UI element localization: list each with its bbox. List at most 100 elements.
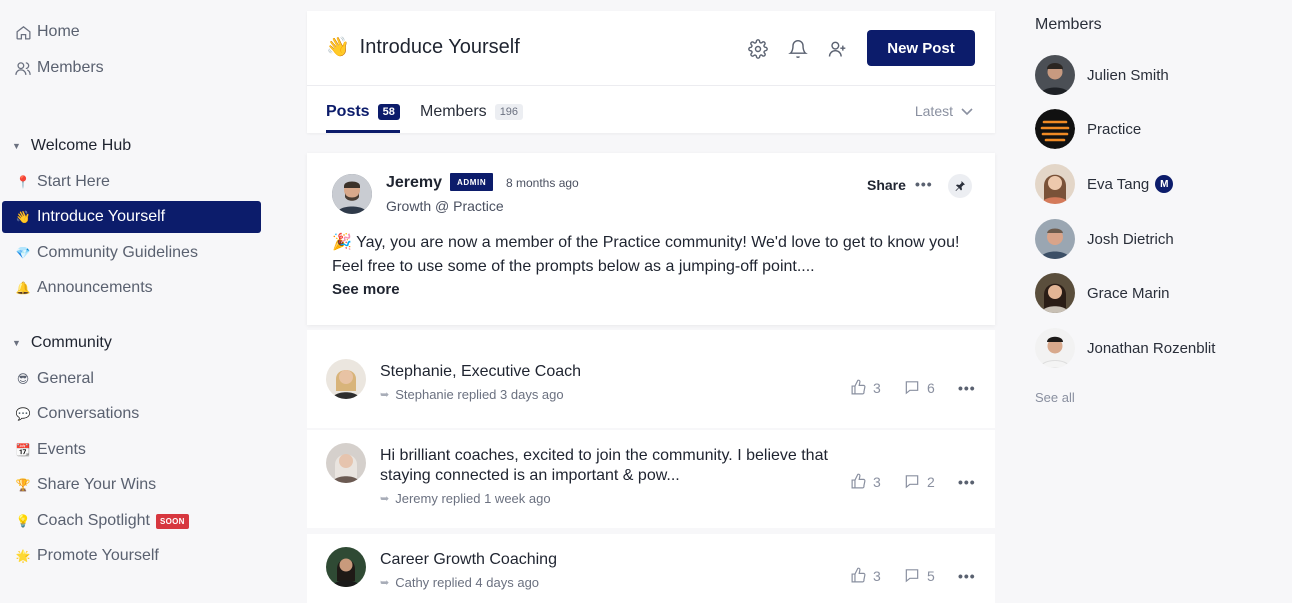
sidebar-item-label: Home: [37, 23, 80, 40]
list-item[interactable]: Career Growth Coaching ➥ Cathy replied 4…: [307, 534, 995, 603]
member-name[interactable]: Julien Smith: [1087, 67, 1169, 84]
list-item[interactable]: Hi brilliant coaches, excited to join th…: [307, 430, 995, 528]
sidebar-item-members[interactable]: Members: [2, 52, 261, 84]
reply-text: Cathy replied 4 days ago: [395, 575, 540, 590]
sidebar-item-label: Promote Yourself: [37, 547, 159, 564]
section-title: Community: [30, 334, 112, 351]
member-name[interactable]: Grace Marin: [1087, 285, 1170, 302]
lightbulb-emoji-icon: 💡: [15, 514, 31, 528]
share-button[interactable]: Share: [867, 177, 906, 193]
sidebar-item-introduce-yourself[interactable]: 👋 Introduce Yourself: [2, 201, 261, 233]
list-item[interactable]: Stephanie, Executive Coach ➥ Stephanie r…: [307, 330, 995, 428]
sparkle-emoji-icon: 🌟: [15, 549, 31, 563]
sidebar-item-share-your-wins[interactable]: 🏆 Share Your Wins: [2, 469, 261, 501]
wave-emoji-icon: 👋: [326, 37, 350, 58]
sidebar-item-label: Introduce Yourself: [37, 208, 166, 225]
member-name[interactable]: Practice: [1087, 121, 1141, 138]
section-welcome-hub[interactable]: ▼ Welcome Hub: [12, 134, 131, 158]
thread-title[interactable]: Hi brilliant coaches, excited to join th…: [380, 446, 830, 486]
member-name[interactable]: Josh Dietrich: [1087, 231, 1174, 248]
member-name[interactable]: Jonathan Rozenblit: [1087, 340, 1215, 357]
practice-logo[interactable]: [1035, 109, 1075, 149]
avatar[interactable]: [1035, 328, 1075, 368]
like-count: 3: [873, 567, 881, 584]
avatar[interactable]: [1035, 55, 1075, 95]
more-options-icon[interactable]: •••: [915, 176, 933, 192]
tab-members[interactable]: Members 196: [420, 103, 524, 121]
member-name[interactable]: Eva Tang: [1087, 176, 1149, 193]
member-row[interactable]: Jonathan Rozenblit: [1035, 328, 1215, 368]
sidebar-item-coach-spotlight[interactable]: 💡 Coach Spotlight SOON: [2, 505, 261, 537]
sidebar-item-home[interactable]: Home: [2, 16, 261, 48]
thumbs-up-icon: [851, 567, 866, 583]
see-more-link[interactable]: See more: [332, 281, 400, 298]
sidebar: Home Members ▼ Welcome Hub 📍 Start Here …: [0, 0, 270, 603]
gear-icon[interactable]: [748, 39, 768, 59]
new-post-button[interactable]: New Post: [867, 30, 975, 66]
thumbs-up-icon: [851, 473, 866, 489]
member-row[interactable]: Josh Dietrich: [1035, 219, 1174, 259]
sidebar-item-start-here[interactable]: 📍 Start Here: [2, 166, 261, 198]
member-row[interactable]: Eva Tang M: [1035, 164, 1174, 204]
members-icon: [14, 59, 32, 77]
avatar[interactable]: [326, 359, 366, 399]
sidebar-item-label: Members: [37, 59, 104, 76]
more-options-icon[interactable]: •••: [958, 380, 976, 396]
section-title: Welcome Hub: [30, 137, 132, 154]
post-author[interactable]: Jeremy: [386, 174, 442, 192]
avatar[interactable]: [1035, 219, 1075, 259]
member-row[interactable]: Grace Marin: [1035, 273, 1170, 313]
sidebar-item-general[interactable]: 😎 General: [2, 363, 261, 395]
sort-dropdown[interactable]: Latest: [915, 103, 973, 119]
like-count: 3: [873, 473, 881, 490]
more-options-icon[interactable]: •••: [958, 474, 976, 490]
comment-count: 2: [927, 473, 935, 490]
more-options-icon[interactable]: •••: [958, 568, 976, 584]
thread-title[interactable]: Career Growth Coaching: [380, 550, 830, 570]
members-count-badge: 196: [494, 104, 524, 120]
like-button[interactable]: 3: [850, 379, 881, 396]
section-community[interactable]: ▼ Community: [12, 331, 112, 355]
soon-badge: SOON: [155, 513, 189, 529]
comment-count: 5: [927, 567, 935, 584]
thread-reply-meta: ➥ Stephanie replied 3 days ago: [380, 387, 564, 402]
reply-arrow-icon: ➥: [380, 493, 390, 505]
sidebar-item-label: Conversations: [37, 405, 140, 422]
like-button[interactable]: 3: [850, 567, 881, 584]
gem-emoji-icon: 💎: [15, 246, 31, 260]
sidebar-item-community-guidelines[interactable]: 💎 Community Guidelines: [2, 237, 261, 269]
like-button[interactable]: 3: [850, 473, 881, 490]
avatar[interactable]: [326, 547, 366, 587]
member-row[interactable]: Julien Smith: [1035, 55, 1169, 95]
pinned-post[interactable]: Jeremy ADMIN 8 months ago Growth @ Pract…: [307, 153, 995, 325]
avatar[interactable]: [1035, 164, 1075, 204]
thread-title[interactable]: Stephanie, Executive Coach: [380, 362, 830, 382]
avatar[interactable]: [332, 174, 372, 214]
tab-label: Posts: [326, 103, 370, 120]
sidebar-item-conversations[interactable]: 💬 Conversations: [2, 398, 261, 430]
member-row[interactable]: Practice: [1035, 109, 1141, 149]
sidebar-item-label: Community Guidelines: [37, 244, 198, 261]
caret-down-icon: ▼: [12, 338, 21, 348]
add-member-icon[interactable]: [827, 39, 847, 59]
tab-posts[interactable]: Posts 58: [326, 103, 400, 121]
comment-count: 6: [927, 379, 935, 396]
sunglasses-emoji-icon: 😎: [16, 372, 30, 386]
thread-reply-meta: ➥ Jeremy replied 1 week ago: [380, 491, 551, 506]
page-title: 👋 Introduce Yourself: [326, 35, 520, 59]
comment-icon: [905, 569, 919, 583]
see-all-link[interactable]: See all: [1035, 390, 1075, 405]
avatar[interactable]: [1035, 273, 1075, 313]
tab-label: Members: [420, 103, 487, 120]
sidebar-item-label: General: [37, 370, 94, 387]
sidebar-item-promote-yourself[interactable]: 🌟 Promote Yourself: [2, 540, 261, 572]
comment-button[interactable]: 6: [903, 379, 935, 396]
comment-button[interactable]: 2: [903, 473, 935, 490]
sidebar-item-events[interactable]: 📆 Events: [2, 434, 261, 466]
divider: [307, 85, 995, 86]
avatar[interactable]: [326, 443, 366, 483]
pin-icon[interactable]: [948, 174, 972, 198]
sidebar-item-announcements[interactable]: 🔔 Announcements: [2, 272, 261, 304]
comment-button[interactable]: 5: [903, 567, 935, 584]
bell-icon[interactable]: [788, 39, 808, 59]
